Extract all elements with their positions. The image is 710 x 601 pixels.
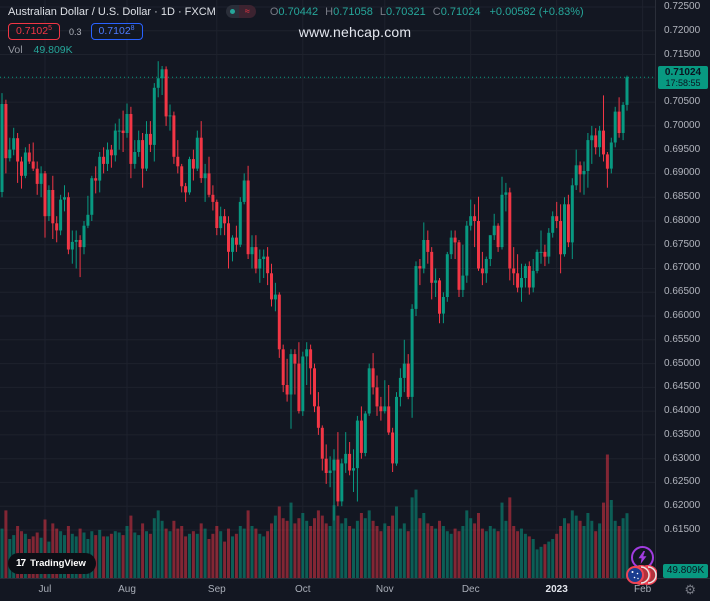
time-tick: Nov xyxy=(376,584,394,595)
price-tick: 0.64000 xyxy=(664,405,700,416)
time-tick: Jul xyxy=(39,584,52,595)
open-value: 0.70442 xyxy=(278,6,318,18)
high-value: 0.71058 xyxy=(333,6,373,18)
candlestick-chart[interactable] xyxy=(0,0,655,578)
symbol-legend[interactable]: Australian Dollar / U.S. Dollar · 1D · F… xyxy=(8,5,584,18)
close-label: C xyxy=(433,6,441,18)
time-tick: 2023 xyxy=(546,584,568,595)
volume-axis-badge: 49.809K xyxy=(663,564,708,578)
price-tick: 0.71500 xyxy=(664,49,700,60)
chart-pane[interactable] xyxy=(0,0,655,578)
market-status-icon[interactable] xyxy=(226,5,239,18)
price-tick: 0.72500 xyxy=(664,1,700,12)
lightning-icon xyxy=(637,551,648,564)
price-tick: 0.66000 xyxy=(664,310,700,321)
currency-pair-flags-icon[interactable] xyxy=(626,564,657,591)
bid-pip: 5 xyxy=(48,24,52,33)
gear-icon[interactable]: ⚙ xyxy=(684,582,696,598)
symbol-title[interactable]: Australian Dollar / U.S. Dollar · 1D · F… xyxy=(8,6,216,18)
low-value: 0.70321 xyxy=(386,6,426,18)
ask-pip: 8 xyxy=(131,24,135,33)
status-dot-icon xyxy=(230,9,235,14)
high-label: H xyxy=(325,6,333,18)
close-value: 0.71024 xyxy=(441,6,481,18)
price-tick: 0.61500 xyxy=(664,524,700,535)
price-tick: 0.70000 xyxy=(664,120,700,131)
bid-ask-row: 0.71025 0.3 0.71028 xyxy=(8,23,143,40)
data-mode-icon[interactable]: ≈ xyxy=(239,5,256,18)
price-tick: 0.72000 xyxy=(664,25,700,36)
time-tick: Oct xyxy=(295,584,311,595)
time-tick: Sep xyxy=(208,584,226,595)
time-tick: Dec xyxy=(462,584,480,595)
ask-price: 0.7102 xyxy=(99,24,131,39)
time-axis[interactable]: JulAugSepOctNovDec2023Feb ⚙ xyxy=(0,578,710,601)
time-tick: Aug xyxy=(118,584,136,595)
price-tick: 0.65500 xyxy=(664,334,700,345)
price-tick: 0.62000 xyxy=(664,500,700,511)
ohlc-values: O0.70442 H0.71058 L0.70321 C0.71024 +0.0… xyxy=(270,6,584,18)
price-tick: 0.64500 xyxy=(664,381,700,392)
last-price-badge: 0.71024 17:58:55 xyxy=(658,66,708,89)
price-tick: 0.62500 xyxy=(664,476,700,487)
tradingview-mark-icon: 17 xyxy=(16,558,25,569)
tradingview-logo[interactable]: 17 TradingView xyxy=(8,553,96,574)
price-tick: 0.70500 xyxy=(664,96,700,107)
tradingview-name: TradingView xyxy=(30,558,86,569)
price-tick: 0.69500 xyxy=(664,144,700,155)
volume-value: 49.809K xyxy=(34,44,73,56)
change-value: +0.00582 (+0.83%) xyxy=(489,6,583,18)
volume-label: Vol xyxy=(8,44,23,56)
buy-button[interactable]: 0.71028 xyxy=(91,23,143,40)
price-tick: 0.66500 xyxy=(664,286,700,297)
spread-value: 0.3 xyxy=(69,27,82,37)
price-tick: 0.68500 xyxy=(664,191,700,202)
source-toggle[interactable]: ≈ xyxy=(226,5,256,18)
last-price: 0.71024 xyxy=(658,67,708,78)
flags-svg xyxy=(626,564,657,586)
volume-legend[interactable]: Vol 49.809K xyxy=(8,44,73,56)
price-tick: 0.63000 xyxy=(664,453,700,464)
price-tick: 0.69000 xyxy=(664,167,700,178)
bar-countdown: 17:58:55 xyxy=(658,78,708,88)
price-tick: 0.68000 xyxy=(664,215,700,226)
price-tick: 0.63500 xyxy=(664,429,700,440)
price-tick: 0.67000 xyxy=(664,262,700,273)
price-axis[interactable]: 0.725000.720000.715000.710000.705000.700… xyxy=(655,0,710,578)
sell-button[interactable]: 0.71025 xyxy=(8,23,60,40)
price-tick: 0.67500 xyxy=(664,239,700,250)
price-tick: 0.65000 xyxy=(664,358,700,369)
bid-price: 0.7102 xyxy=(16,24,48,39)
